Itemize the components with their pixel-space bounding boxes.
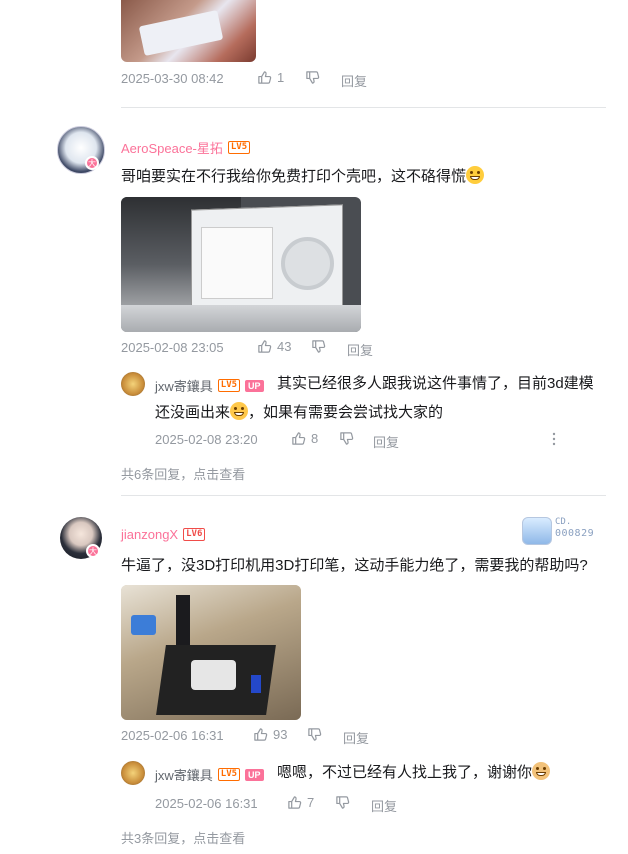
view-more-replies-link[interactable]: 共6条回复，点击查看 — [121, 464, 245, 483]
avatar[interactable] — [121, 761, 145, 785]
dog-emoji-icon — [532, 762, 551, 780]
reply-text-line2: 还没画出来 ，如果有需要会尝试找大家的 — [155, 402, 444, 421]
reply-button[interactable]: 回复 — [371, 796, 397, 815]
level-badge: LV5 — [227, 141, 251, 154]
grinning-emoji-icon — [466, 166, 485, 184]
dislike-button[interactable] — [335, 795, 350, 810]
level-badge: LV5 — [217, 379, 241, 392]
vip-badge-icon: 大 — [86, 544, 100, 558]
view-more-replies-link[interactable]: 共3条回复，点击查看 — [121, 828, 245, 847]
thumb-up-icon — [288, 796, 302, 809]
comment-image[interactable] — [121, 585, 301, 720]
like-button[interactable]: 1 — [257, 70, 284, 85]
comment-image[interactable] — [121, 197, 361, 332]
dislike-button[interactable] — [339, 431, 354, 446]
robot-icon — [522, 517, 552, 545]
comment-text: 哥咱要实在不行我给你免费打印个壳吧，这不硌得慌 — [121, 162, 581, 191]
thumb-down-icon — [308, 728, 322, 741]
comment-time: 2025-02-06 16:31 — [121, 728, 224, 743]
comment-image[interactable] — [121, 0, 256, 62]
comment-time: 2025-03-30 08:42 — [121, 71, 224, 86]
thumb-down-icon — [340, 432, 354, 445]
decoration-number: 000829 — [555, 528, 595, 539]
thumb-up-icon — [258, 71, 272, 84]
level-badge: LV6 — [183, 528, 206, 541]
reply-button[interactable]: 回复 — [341, 71, 367, 90]
comment-time: 2025-02-08 23:05 — [121, 340, 224, 355]
thumb-up-icon — [292, 432, 306, 445]
divider — [121, 107, 606, 108]
thumb-up-icon — [254, 728, 268, 741]
reply-button[interactable]: 回复 — [343, 728, 369, 747]
like-count: 8 — [311, 431, 319, 446]
like-count: 1 — [277, 70, 285, 85]
decoration-card: CD. 000829 — [522, 515, 612, 545]
like-button[interactable]: 8 — [291, 431, 318, 446]
username[interactable]: jianzongX — [121, 527, 178, 542]
thumb-up-icon — [258, 340, 272, 353]
thumb-down-icon — [336, 796, 350, 809]
reply-username[interactable]: jxw寄鑲具 — [155, 376, 213, 395]
dislike-button[interactable] — [311, 339, 326, 354]
like-button[interactable]: 7 — [287, 795, 314, 810]
vip-badge-icon: 大 — [85, 156, 99, 170]
like-button[interactable]: 93 — [253, 727, 287, 742]
avatar[interactable] — [121, 372, 145, 396]
reply-time: 2025-02-08 23:20 — [155, 432, 258, 447]
reply-text-line1: 其实已经很多人跟我说这件事情了，目前3d建模 — [277, 375, 594, 392]
more-options-icon[interactable] — [548, 431, 560, 447]
like-count: 43 — [277, 339, 292, 354]
up-badge: UP — [245, 379, 264, 392]
reply-username[interactable]: jxw寄鑲具 — [155, 765, 213, 784]
reply-time: 2025-02-06 16:31 — [155, 796, 258, 811]
like-button[interactable]: 43 — [257, 339, 291, 354]
dislike-button[interactable] — [305, 70, 320, 85]
comment-text: 牛逼了，没3D打印机用3D打印笔，这动手能力绝了，需要我的帮助吗? — [121, 557, 588, 574]
divider — [121, 495, 606, 496]
like-count: 7 — [307, 795, 315, 810]
thumb-down-icon — [306, 71, 320, 84]
dislike-button[interactable] — [307, 727, 322, 742]
level-badge: LV5 — [217, 768, 241, 781]
thumb-down-icon — [312, 340, 326, 353]
username[interactable]: AeroSpeace-星拓 — [121, 138, 223, 157]
up-badge: UP — [245, 768, 264, 781]
like-count: 93 — [273, 727, 288, 742]
reply-button[interactable]: 回复 — [373, 432, 399, 451]
sweat-emoji-icon — [230, 402, 249, 420]
reply-button[interactable]: 回复 — [347, 340, 373, 359]
reply-text: 嗯嗯，不过已经有人找上我了，谢谢你 — [277, 758, 551, 787]
